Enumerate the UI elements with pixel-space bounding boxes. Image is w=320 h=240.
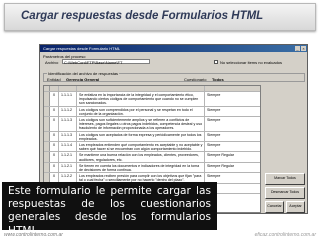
row-code-cell: 1.1.1.3 bbox=[59, 131, 77, 142]
footer-right: eficaz.controlinterno.com.ar bbox=[254, 232, 316, 238]
row-question-cell: Los códigos son aceptados de forma expre… bbox=[77, 131, 205, 142]
row-check-cell[interactable]: X bbox=[50, 92, 59, 106]
dialog-titlebar: Cargar respuestas desde Formulario HTML … bbox=[40, 45, 307, 52]
row-answer-cell[interactable]: Siempre bbox=[205, 142, 260, 151]
slide-title-bar: Cargar respuestas desde Formularios HTML bbox=[4, 3, 316, 31]
entidad-label: Entidad bbox=[47, 77, 61, 82]
row-answer-cell[interactable]: Siempre bbox=[205, 92, 260, 106]
marcar-todos-button[interactable]: Marcar Todos bbox=[265, 173, 305, 185]
minimize-icon[interactable]: _ bbox=[295, 46, 300, 51]
row-question-cell: Los códigos son comprendidos por el pers… bbox=[77, 106, 205, 117]
footer-left: www.controlinterno.com.ar bbox=[4, 232, 63, 238]
row-check-cell[interactable]: X bbox=[50, 106, 59, 117]
caption-line-1: Este formulario le permite cargar las bbox=[8, 185, 211, 197]
row-code-cell: 1.1.1.3 bbox=[59, 117, 77, 131]
row-code-cell: 1.1.2.1 bbox=[59, 152, 77, 162]
cancelar-button[interactable]: Cancelar bbox=[265, 201, 284, 213]
cuestionario-value: Todos bbox=[212, 77, 224, 82]
desmarcar-todos-button[interactable]: Desmarcar Todos bbox=[265, 187, 305, 199]
row-question-cell: Se tienen en cuenta los documentos e ind… bbox=[77, 162, 205, 173]
slide-title: Cargar respuestas desde Formularios HTML bbox=[21, 10, 264, 22]
row-check-cell[interactable]: X bbox=[50, 152, 59, 162]
row-code-cell: 1.1.1.2 bbox=[59, 106, 77, 117]
row-check-cell[interactable]: X bbox=[50, 162, 59, 173]
table-row[interactable]: X 1.1.2.1 Se mantiene una buena relación c… bbox=[44, 152, 260, 163]
no-seleccionar-checkbox[interactable] bbox=[214, 60, 218, 64]
identificacion-group: Identificación del archivo de respuestas… bbox=[43, 71, 305, 82]
row-question-cell: Se mantiene una buena relación con los e… bbox=[77, 152, 205, 162]
row-answer-cell[interactable]: Siempre Regular bbox=[205, 152, 260, 161]
aceptar-button[interactable]: Aceptar bbox=[286, 201, 305, 213]
table-row[interactable]: X 1.1.1.3 Los códigos son aceptados de for… bbox=[44, 131, 260, 143]
row-code-cell: 1.1.1.1 bbox=[59, 92, 77, 106]
window-controls: _ × bbox=[295, 46, 306, 51]
table-row[interactable]: X 1.1.1.3 Los códigos son suficientemente … bbox=[44, 117, 260, 132]
table-row[interactable]: X 1.1.1.2 Los códigos son comprendidos por… bbox=[44, 106, 260, 118]
archivo-input[interactable]: C:\WebCont\FTP\Base\Name\FT bbox=[62, 59, 150, 65]
caption-box: Este formulario le permite cargar las re… bbox=[2, 182, 217, 237]
row-question-cell: Se enfatiza en la importancia de la inte… bbox=[77, 92, 205, 106]
row-question-cell: Los empleados entienden qué comportamien… bbox=[77, 142, 205, 152]
caption-line-2: respuestas de los cuestionarios bbox=[8, 198, 211, 211]
table-row[interactable]: X 1.1.2.1 Se tienen en cuenta los document… bbox=[44, 162, 260, 174]
identificacion-label: Identificación del archivo de respuestas bbox=[47, 71, 120, 76]
cuestionario-label: Cuestionario bbox=[184, 77, 207, 82]
table-row[interactable]: X 1.1.1.4 Los empleados entienden qué comp… bbox=[44, 142, 260, 153]
row-code-cell: 1.1.1.4 bbox=[59, 142, 77, 152]
row-check-cell[interactable]: X bbox=[50, 142, 59, 152]
close-icon[interactable]: × bbox=[301, 46, 306, 51]
row-check-cell[interactable]: X bbox=[50, 131, 59, 142]
row-question-cell: Los códigos son suficientemente amplios … bbox=[77, 117, 205, 131]
no-seleccionar-label: No seleccionar items no evaluados bbox=[220, 60, 283, 65]
archivo-label: Archivo bbox=[45, 60, 59, 65]
row-answer-cell[interactable]: Siempre bbox=[205, 117, 260, 131]
table-row[interactable]: X 1.1.1.1 Se enfatiza en la importancia de… bbox=[44, 92, 260, 107]
row-check-cell[interactable]: X bbox=[50, 117, 59, 131]
table-body: X 1.1.1.1 Se enfatiza en la importancia de… bbox=[44, 92, 260, 195]
row-answer-cell[interactable]: Siempre Regular bbox=[205, 163, 260, 172]
dialog-title: Cargar respuestas desde Formulario HTML bbox=[43, 46, 121, 51]
row-answer-cell[interactable]: Siempre bbox=[205, 132, 260, 141]
row-answer-cell[interactable]: Siempre bbox=[205, 107, 260, 116]
row-code-cell: 1.1.2.1 bbox=[59, 162, 77, 173]
entidad-value: Gerencia General bbox=[66, 77, 100, 82]
